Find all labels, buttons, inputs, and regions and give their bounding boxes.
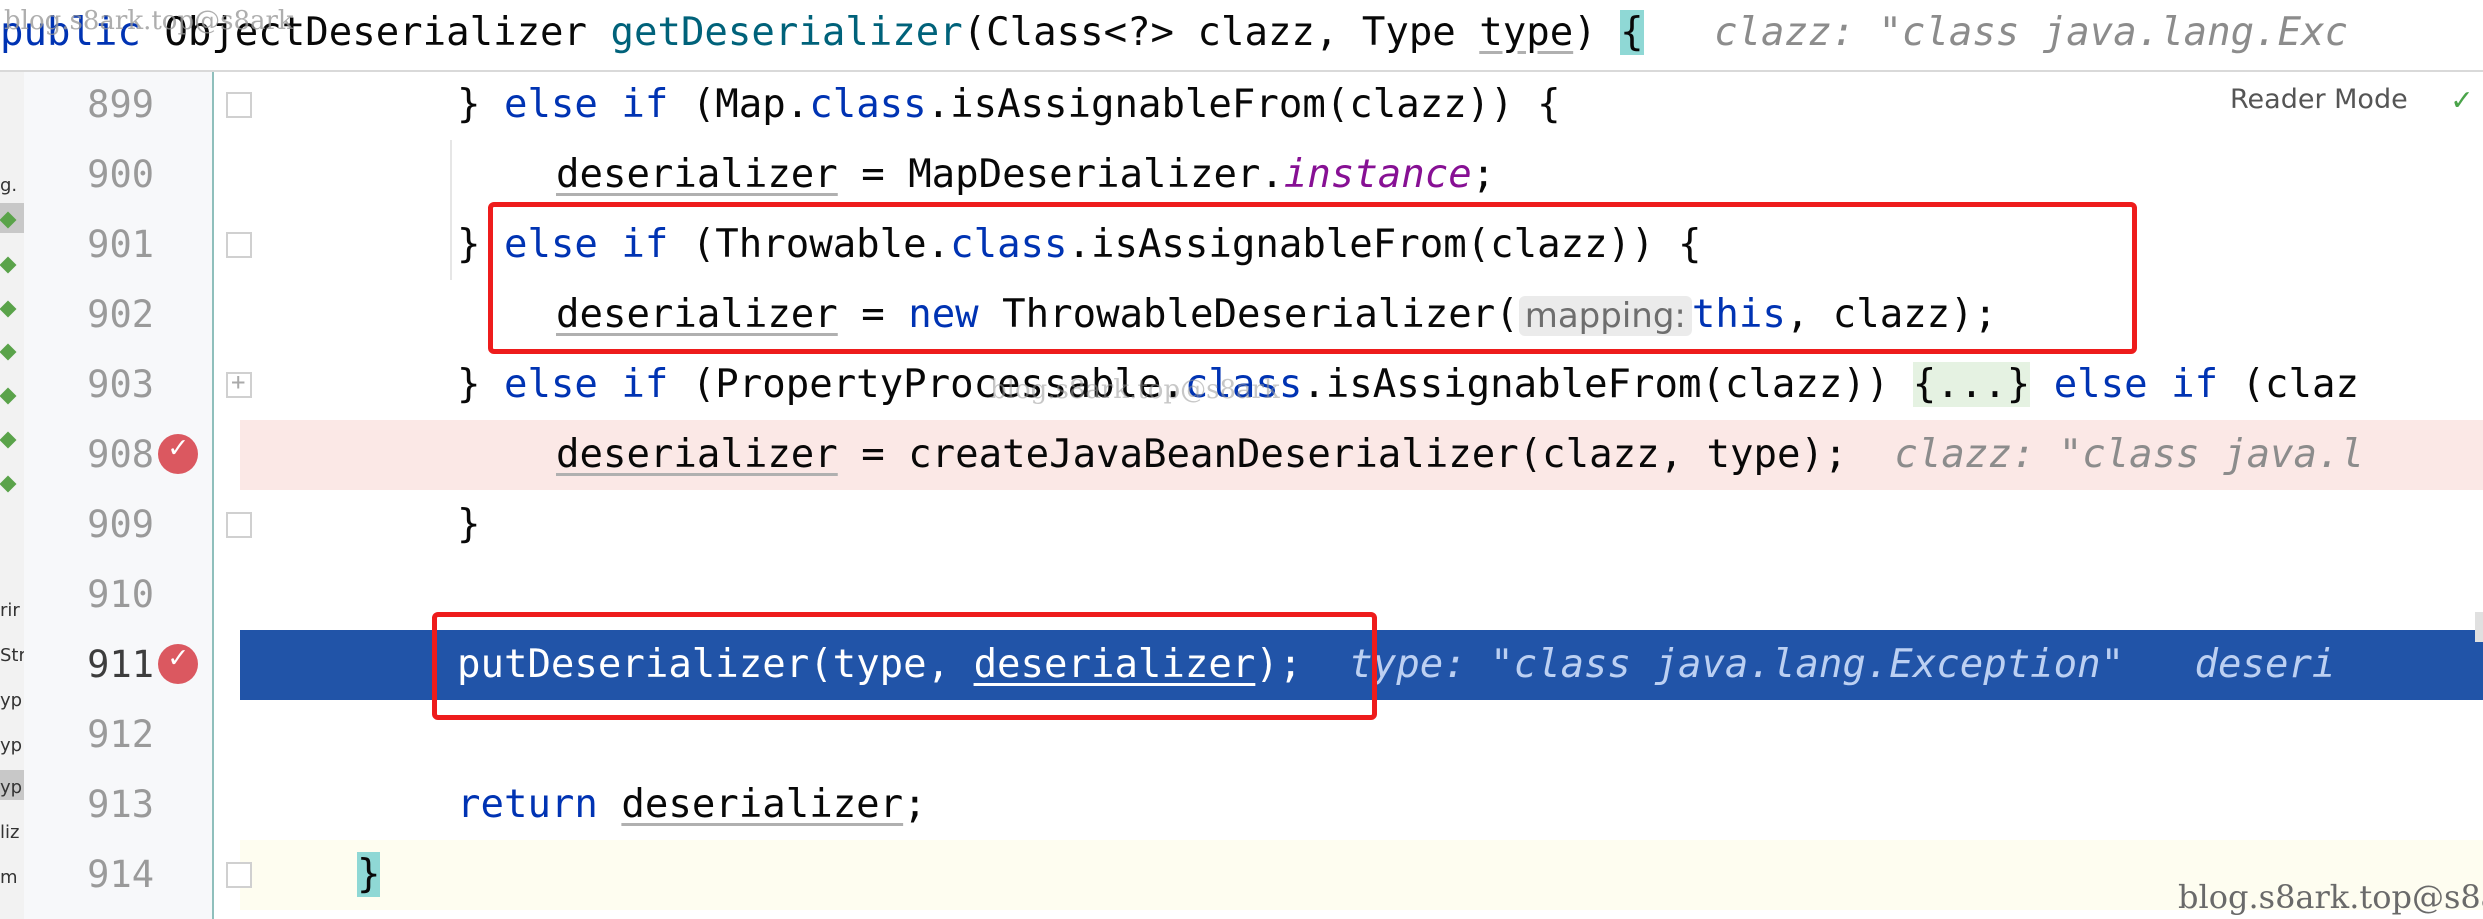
- debug-inline-hint: clazz: "class java.l: [1847, 432, 2364, 477]
- strip-label[interactable]: yp: [0, 690, 24, 712]
- line-number: 912: [87, 713, 154, 756]
- line-number: 899: [87, 83, 154, 126]
- expand-fold-icon[interactable]: [226, 368, 252, 398]
- code-token: (claz: [2218, 362, 2359, 407]
- class-icon: [0, 300, 17, 318]
- code-line-908[interactable]: deserializer = createJavaBeanDeserialize…: [240, 420, 2483, 490]
- fold-marker-icon[interactable]: [226, 232, 252, 258]
- code-token: = createJavaBeanDeserializer(clazz, type…: [837, 432, 1848, 477]
- breakpoint-icon[interactable]: [158, 640, 198, 684]
- class-icon: [0, 431, 17, 449]
- code-token: }: [457, 362, 504, 407]
- code-token: ;: [1471, 152, 1496, 197]
- watermark: blog.s8ark.top@s8ark: [2178, 878, 2483, 916]
- line-number: 902: [87, 293, 154, 336]
- watermark: blog.s8ark.top@s8ark: [990, 375, 1280, 405]
- params-part-a: (Class<?> clazz, Type: [962, 10, 1480, 55]
- code-token: = MapDeserializer.: [837, 152, 1284, 197]
- breakpoint-icon[interactable]: [158, 430, 198, 474]
- line-number: 908: [87, 433, 154, 476]
- watermark: blog.s8ark.top@s8ark: [4, 6, 294, 36]
- code-line-909[interactable]: }: [240, 490, 2483, 560]
- code-token: }: [457, 82, 504, 127]
- strip-label[interactable]: liz: [0, 822, 24, 844]
- code-line-914[interactable]: }: [240, 840, 2483, 910]
- debug-inline-hint: clazz: "class java.lang.Exc: [1643, 10, 2349, 55]
- code-token: else if: [503, 362, 669, 407]
- debug-inline-hint: type: "class java.lang.Exception" deseri: [1302, 642, 2336, 687]
- class-icon: [0, 387, 17, 405]
- line-number: 903: [87, 363, 154, 406]
- check-icon[interactable]: ✓: [2452, 80, 2471, 118]
- line-number-current: 911: [87, 643, 154, 686]
- params-part-b: ): [1573, 10, 1621, 55]
- reader-mode-button[interactable]: Reader Mode: [2230, 84, 2408, 115]
- code-token: return: [457, 782, 598, 827]
- code-token: }: [457, 502, 481, 547]
- fold-marker-icon[interactable]: [226, 512, 252, 538]
- annotation-box-put-deserializer: [432, 612, 1377, 720]
- fold-marker-icon[interactable]: [226, 92, 252, 118]
- strip-label[interactable]: yp: [0, 735, 24, 757]
- strip-label[interactable]: Str: [0, 645, 24, 667]
- sticky-method-header: public ObjectDeserializer getDeserialize…: [0, 0, 2483, 72]
- line-number: 910: [87, 573, 154, 616]
- code-token: deserializer: [556, 152, 838, 197]
- line-number: 914: [87, 853, 154, 896]
- scrollbar-marker[interactable]: [2475, 612, 2483, 642]
- strip-label[interactable]: yp: [0, 777, 24, 799]
- code-token: class: [809, 82, 927, 127]
- strip-label[interactable]: rir: [0, 600, 24, 622]
- line-number: 901: [87, 223, 154, 266]
- collapsed-region[interactable]: {...}: [1912, 362, 2031, 407]
- class-icon: [0, 475, 17, 493]
- code-token: deserializer: [556, 432, 838, 477]
- method-name[interactable]: getDeserializer: [611, 10, 963, 55]
- line-number: 900: [87, 153, 154, 196]
- strip-label[interactable]: m: [0, 867, 24, 889]
- code-token: }: [357, 852, 381, 897]
- code-line-913[interactable]: return deserializer;: [240, 770, 2483, 840]
- param-type: type: [1479, 10, 1574, 55]
- code-token: instance: [1283, 152, 1472, 197]
- open-brace: {: [1620, 10, 1644, 55]
- class-icon: [0, 343, 17, 361]
- line-number: 913: [87, 783, 154, 826]
- line-number: 909: [87, 503, 154, 546]
- code-token: .isAssignableFrom(clazz)) {: [926, 82, 1561, 127]
- code-line-900[interactable]: deserializer = MapDeserializer.instance;: [240, 140, 2483, 210]
- code-token: ;: [903, 782, 927, 827]
- code-editor[interactable]: } else if (Map.class.isAssignableFrom(cl…: [240, 70, 2483, 919]
- code-line-899[interactable]: } else if (Map.class.isAssignableFrom(cl…: [240, 70, 2483, 140]
- code-token: deserializer: [621, 782, 904, 827]
- code-token: .isAssignableFrom(clazz)): [1302, 362, 1913, 407]
- class-icon: [0, 256, 17, 274]
- code-line-903[interactable]: } else if (PropertyProcessable.class.isA…: [240, 350, 2483, 420]
- code-token: (Map.: [668, 82, 810, 127]
- fold-marker-icon[interactable]: [226, 862, 252, 888]
- project-tool-window-strip: g. rir Str yp yp yp liz m: [0, 70, 24, 919]
- strip-label[interactable]: g.: [0, 175, 24, 197]
- gutter-divider: [212, 70, 214, 919]
- code-token: else if: [503, 82, 669, 127]
- code-token: else if: [2053, 362, 2219, 407]
- annotation-box-throwable: [488, 202, 2137, 354]
- editor-gutter[interactable]: 899 900 901 902 903 908 909 910 911 912 …: [24, 70, 214, 919]
